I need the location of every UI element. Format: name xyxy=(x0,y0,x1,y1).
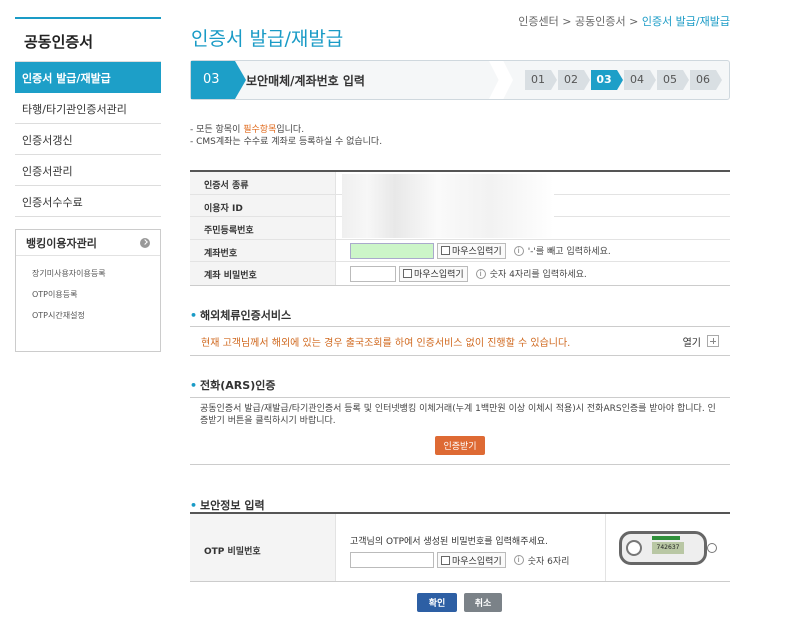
mouse-input-toggle[interactable]: 마우스입력기 xyxy=(399,265,468,282)
account-hint: '-'를 빼고 입력하세요. xyxy=(527,247,611,258)
otp-input-row: 마우스입력기 i 숫자 6자리 xyxy=(350,552,605,568)
required-text: 필수항목 xyxy=(243,125,277,135)
bullet-icon: • xyxy=(190,379,198,392)
chevron-right-icon[interactable] xyxy=(140,237,150,248)
ars-box: 공동인증서 발급/재발급/타기관인증서 등록 및 인터넷뱅킹 이체거래(누계 1… xyxy=(190,397,730,465)
mouse-input-label: 마우스입력기 xyxy=(452,556,502,567)
label-account-password: 계좌 비밀번호 xyxy=(190,262,336,285)
mouse-input-label: 마우스입력기 xyxy=(452,247,502,258)
notice-line2: - CMS계좌는 수수료 계좌로 등록하실 수 없습니다. xyxy=(190,137,383,147)
breadcrumb-item[interactable]: 공동인증서 xyxy=(575,15,626,28)
checkbox[interactable] xyxy=(403,269,412,279)
banking-user-title: 뱅킹이용자관리 xyxy=(26,236,97,250)
info-icon: i xyxy=(513,245,524,256)
step-bar: 03 보안매체/계좌번호 입력 01 02 03 04 05 06 xyxy=(190,60,730,100)
step-03: 03 xyxy=(591,70,623,90)
breadcrumb-item[interactable]: 인증센터 xyxy=(518,15,558,28)
confirm-button[interactable]: 확인 xyxy=(417,593,457,612)
otp-hint: 숫자 6자리 xyxy=(527,556,570,567)
current-step-label: 보안매체/계좌번호 입력 xyxy=(246,74,365,88)
step-05: 05 xyxy=(657,70,689,90)
masked-user-info xyxy=(342,174,554,238)
label-resident-number: 주민등록번호 xyxy=(190,217,336,239)
otp-description: 고객님의 OTP에서 생성된 비밀번호를 입력해주세요. xyxy=(350,537,548,547)
notice-line1-suffix: 입니다. xyxy=(276,125,305,135)
bullet-icon: • xyxy=(190,499,198,512)
plus-icon[interactable] xyxy=(707,335,719,347)
breadcrumb: 인증센터 > 공동인증서 > 인증서 발급/재발급 xyxy=(518,13,730,29)
open-label: 열기 xyxy=(682,337,701,349)
banking-user-box: 뱅킹이용자관리 장기미사용자이용등록 OTP이용등록 OTP시간재설정 xyxy=(15,229,161,352)
overseas-message: 현재 고객님께서 해외에 있는 경우 출국조회를 하여 인증서비스 없이 진행할… xyxy=(201,337,571,349)
security-title: 보안정보 입력 xyxy=(200,499,265,512)
sidebar-item-cert-fee[interactable]: 인증서수수료 xyxy=(15,186,161,217)
sub-item-long-unused[interactable]: 장기미사용자이용등록 xyxy=(16,262,160,283)
open-button[interactable]: 열기 xyxy=(683,334,719,349)
label-otp-password: OTP 비밀번호 xyxy=(190,514,336,581)
sub-item-otp-time[interactable]: OTP시간재설정 xyxy=(16,304,160,325)
action-buttons: 확인 취소 xyxy=(417,593,502,612)
breadcrumb-sep: > xyxy=(558,15,575,28)
label-cert-type: 인증서 종류 xyxy=(190,172,336,194)
step-06: 06 xyxy=(690,70,722,90)
overseas-title: 해외체류인증서비스 xyxy=(200,309,292,322)
otp-screen: 742637 xyxy=(652,541,684,554)
otp-device-icon: 742637 xyxy=(619,530,707,565)
notice-text: - 모든 항목이 필수항목입니다. - CMS계좌는 수수료 계좌로 등록하실 … xyxy=(190,124,382,148)
otp-box: OTP 비밀번호 고객님의 OTP에서 생성된 비밀번호를 입력해주세요. 마우… xyxy=(190,512,730,582)
mouse-input-toggle[interactable]: 마우스입력기 xyxy=(437,552,506,568)
sub-item-otp-register[interactable]: OTP이용등록 xyxy=(16,283,160,304)
sidebar-item-other-cert[interactable]: 타행/타기관인증서관리 xyxy=(15,93,161,124)
breadcrumb-current: 인증서 발급/재발급 xyxy=(641,15,730,28)
verify-button[interactable]: 인증받기 xyxy=(435,436,485,455)
ars-text: 공동인증서 발급/재발급/타기관인증서 등록 및 인터넷뱅킹 이체거래(누계 1… xyxy=(200,404,716,426)
banking-user-header[interactable]: 뱅킹이용자관리 xyxy=(16,230,160,256)
step-04: 04 xyxy=(624,70,656,90)
cancel-button[interactable]: 취소 xyxy=(464,593,502,612)
checkbox[interactable] xyxy=(441,246,450,256)
sidebar-item-cert-manage[interactable]: 인증서관리 xyxy=(15,155,161,186)
account-number-cell: 마우스입력기 i '-'를 빼고 입력하세요. xyxy=(336,240,730,262)
sidebar-title: 공동인증서 xyxy=(15,17,161,61)
sidebar-menu: 인증서 발급/재발급 타행/타기관인증서관리 인증서갱신 인증서관리 인증서수수… xyxy=(15,61,161,217)
otp-cell: 고객님의 OTP에서 생성된 비밀번호를 입력해주세요. 마우스입력기 i 숫자… xyxy=(336,514,606,581)
info-icon: i xyxy=(513,555,524,565)
ars-title: 전화(ARS)인증 xyxy=(200,379,276,392)
mouse-input-label: 마우스입력기 xyxy=(414,270,464,281)
password-hint: 숫자 4자리를 입력하세요. xyxy=(489,270,587,281)
account-password-cell: 마우스입력기 i 숫자 4자리를 입력하세요. xyxy=(336,262,730,285)
step-02: 02 xyxy=(558,70,590,90)
section-title-overseas: • 해외체류인증서비스 xyxy=(190,307,291,323)
label-account-number: 계좌번호 xyxy=(190,239,336,262)
otp-device-image: 742637 xyxy=(606,514,730,581)
table-row: 계좌 비밀번호 마우스입력기 i 숫자 4자리를 입력하세요. xyxy=(190,262,730,285)
checkbox[interactable] xyxy=(441,555,450,565)
step-01: 01 xyxy=(525,70,557,90)
sidebar-item-cert-renew[interactable]: 인증서갱신 xyxy=(15,124,161,155)
table-row: 계좌번호 마우스입력기 i '-'를 빼고 입력하세요. xyxy=(190,239,730,263)
info-icon: i xyxy=(475,268,486,279)
current-step-number: 03 xyxy=(191,61,246,99)
sidebar: 공동인증서 인증서 발급/재발급 타행/타기관인증서관리 인증서갱신 인증서관리… xyxy=(15,17,161,352)
section-title-security: • 보안정보 입력 xyxy=(190,497,265,513)
notice-line1: - 모든 항목이 xyxy=(190,125,244,135)
page-title: 인증서 발급/재발급 xyxy=(191,28,344,50)
cert-info-table: 인증서 종류 이용자 ID 주민등록번호 계좌번호 마우스입력기 i '-'를 … xyxy=(190,170,730,286)
sidebar-item-cert-issue[interactable]: 인증서 발급/재발급 xyxy=(15,62,161,93)
mouse-input-toggle[interactable]: 마우스입력기 xyxy=(437,242,506,259)
otp-button-icon xyxy=(626,539,642,556)
account-number-input[interactable] xyxy=(350,242,434,259)
overseas-box: 현재 고객님께서 해외에 있는 경우 출국조회를 하여 인증서비스 없이 진행할… xyxy=(190,326,730,356)
section-title-ars: • 전화(ARS)인증 xyxy=(190,377,275,393)
label-user-id: 이용자 ID xyxy=(190,194,336,217)
step-divider xyxy=(489,61,513,99)
bullet-icon: • xyxy=(190,309,198,322)
breadcrumb-sep: > xyxy=(625,15,642,28)
otp-ring-icon xyxy=(707,542,717,553)
otp-brand-stripe xyxy=(652,535,680,540)
account-password-input[interactable] xyxy=(350,265,396,282)
step-list: 01 02 03 04 05 06 xyxy=(525,70,722,90)
otp-input[interactable] xyxy=(350,552,434,568)
